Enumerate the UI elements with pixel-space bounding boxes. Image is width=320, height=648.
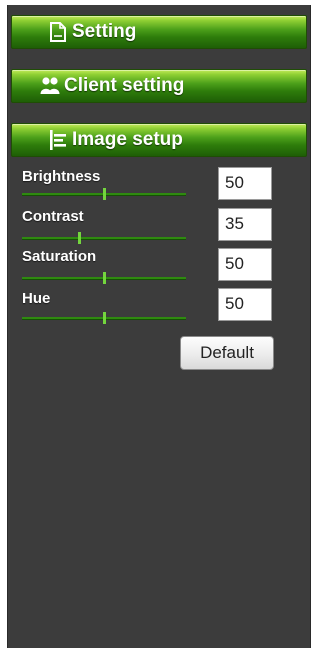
side-panel: Setting Client setting Image setup Brigh… (7, 5, 311, 648)
contrast-slider[interactable] (22, 232, 186, 244)
contrast-label: Contrast (22, 208, 84, 225)
saturation-label: Saturation (22, 248, 97, 265)
menu-client-setting-label: Client setting (64, 75, 185, 96)
list-icon (48, 129, 68, 151)
contrast-slider-track (22, 237, 186, 239)
saturation-slider[interactable] (22, 272, 186, 284)
hue-slider-thumb[interactable] (103, 312, 106, 324)
menu-setting-label: Setting (72, 21, 137, 42)
hue-slider[interactable] (22, 312, 186, 324)
contrast-slider-thumb[interactable] (78, 232, 82, 244)
menu-client-setting[interactable]: Client setting (11, 69, 307, 103)
hue-label: Hue (22, 290, 51, 307)
menu-image-setup-label: Image setup (72, 129, 183, 150)
brightness-slider-thumb[interactable] (103, 188, 106, 200)
menu-image-setup[interactable]: Image setup (11, 123, 307, 157)
saturation-slider-thumb[interactable] (103, 272, 106, 284)
brightness-value-field[interactable]: 50 (218, 167, 272, 200)
contrast-value-field[interactable]: 35 (218, 208, 272, 241)
brightness-label: Brightness (22, 168, 101, 185)
menu-setting[interactable]: Setting (11, 15, 307, 49)
saturation-value-field[interactable]: 50 (218, 248, 272, 281)
hue-value-field[interactable]: 50 (218, 288, 272, 321)
users-icon (40, 75, 60, 97)
default-button[interactable]: Default (180, 336, 274, 370)
brightness-slider[interactable] (22, 188, 186, 200)
document-icon (48, 21, 68, 43)
